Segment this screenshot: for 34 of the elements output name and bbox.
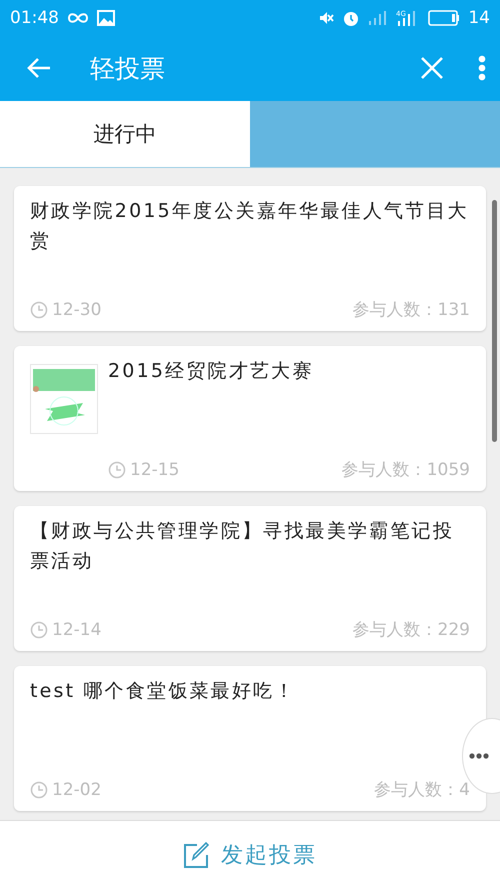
vote-title: 【财政与公共管理学院】寻找最美学霸笔记投票活动	[30, 519, 455, 574]
participant-count: 参与人数：131	[352, 299, 470, 322]
vote-card[interactable]: 2015经贸院才艺大赛 12-15 参与人数：1059	[14, 346, 486, 492]
vote-title: 2015经贸院才艺大赛	[108, 359, 314, 384]
vote-title: test 哪个食堂饭菜最好吃！	[30, 679, 296, 704]
battery-icon	[428, 10, 460, 26]
back-button[interactable]	[26, 56, 52, 80]
edit-icon	[183, 841, 209, 870]
vote-title: 财政学院2015年度公关嘉年华最佳人气节目大赏	[30, 199, 470, 254]
vote-card[interactable]: 【财政与公共管理学院】寻找最美学霸笔记投票活动 12-14 参与人数：229	[14, 506, 486, 652]
mute-icon	[318, 10, 334, 26]
more-icon	[469, 753, 489, 759]
vote-date: 12-30	[52, 300, 102, 320]
clock-icon	[30, 780, 48, 799]
close-button[interactable]	[420, 56, 444, 80]
clock-icon	[30, 300, 48, 319]
clock-icon	[30, 620, 48, 639]
vote-card[interactable]: test 哪个食堂饭菜最好吃！ 12-02 参与人数：4	[14, 666, 486, 812]
vote-date: 12-14	[52, 620, 102, 640]
image-icon	[97, 10, 115, 26]
vote-date: 12-02	[52, 780, 102, 800]
signal-icon	[368, 10, 388, 26]
battery-percentage: 14	[468, 8, 490, 28]
clock-icon	[108, 460, 126, 479]
app-title: 轻投票	[90, 52, 166, 85]
tab[interactable]: 进行中	[0, 100, 250, 168]
status-time: 01:48	[10, 8, 59, 28]
infinity-icon	[67, 12, 89, 24]
participant-count: 参与人数：1059	[342, 459, 470, 482]
participant-count: 参与人数：229	[352, 619, 470, 642]
more-menu-button[interactable]	[478, 55, 486, 82]
vote-date: 12-15	[130, 460, 180, 480]
vote-card[interactable]: 财政学院2015年度公关嘉年华最佳人气节目大赏 12-30 参与人数：131	[14, 186, 486, 332]
participant-count: 参与人数：4	[374, 779, 470, 802]
